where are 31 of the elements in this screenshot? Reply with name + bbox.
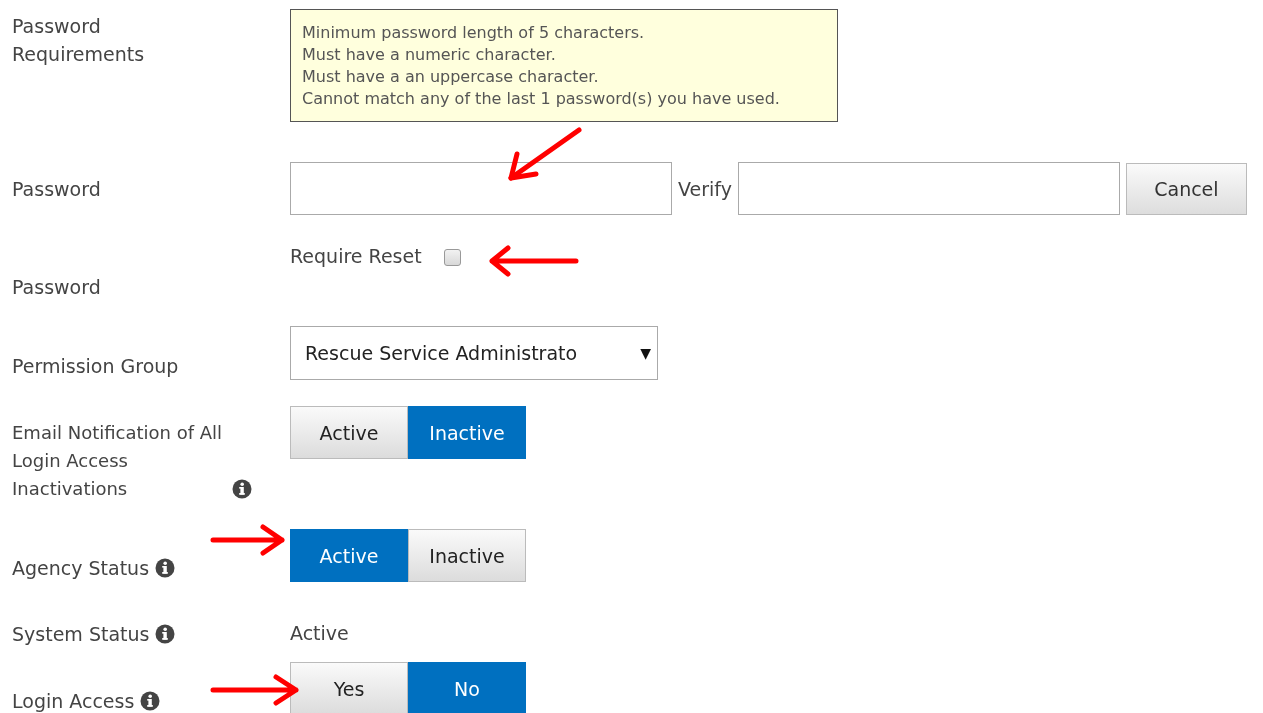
toggle-option[interactable]: Active — [290, 529, 408, 582]
field-label: Login Access — [12, 689, 135, 713]
requirement-text: Cannot match any of the last 1 password(s) you have used. — [302, 88, 781, 110]
checkbox[interactable] — [443, 249, 461, 266]
password-field[interactable] — [290, 162, 672, 215]
caret-icon: ▼ — [640, 345, 651, 361]
info-icon[interactable] — [155, 624, 176, 644]
toggle-option[interactable]: Yes — [290, 662, 408, 713]
toggle-option[interactable]: Active — [290, 406, 408, 459]
info-icon[interactable] — [140, 691, 161, 711]
field-label: Agency Status — [12, 556, 150, 581]
status-value: Active — [290, 622, 349, 644]
field-label: System Status — [12, 622, 150, 647]
checkbox-label: Require Reset — [290, 244, 422, 269]
field-label: Password Requirements — [12, 14, 146, 67]
field-label: Password — [12, 176, 101, 202]
toggle-option[interactable]: Inactive — [408, 406, 526, 459]
field-label: Password — [12, 275, 101, 300]
dropdown[interactable]: Rescue Service Administrato ▼ — [290, 326, 658, 380]
cancel-button[interactable]: Cancel — [1125, 162, 1247, 215]
verify-label: Verify — [678, 177, 732, 200]
requirement-text: Must have a numeric character. — [302, 44, 557, 66]
verify-field[interactable] — [737, 162, 1120, 215]
requirement-text: Minimum password length of 5 characters. — [302, 22, 646, 44]
requirement-text: Must have a an uppercase character. — [302, 66, 600, 88]
field-label: Email Notification of All Login Access Inactivations — [12, 421, 224, 501]
toggle-option[interactable]: Inactive — [408, 529, 526, 582]
info-icon[interactable] — [155, 558, 176, 578]
field-label: Permission Group — [12, 354, 179, 379]
info-icon[interactable] — [232, 479, 252, 499]
toggle-option[interactable]: No — [408, 662, 526, 713]
